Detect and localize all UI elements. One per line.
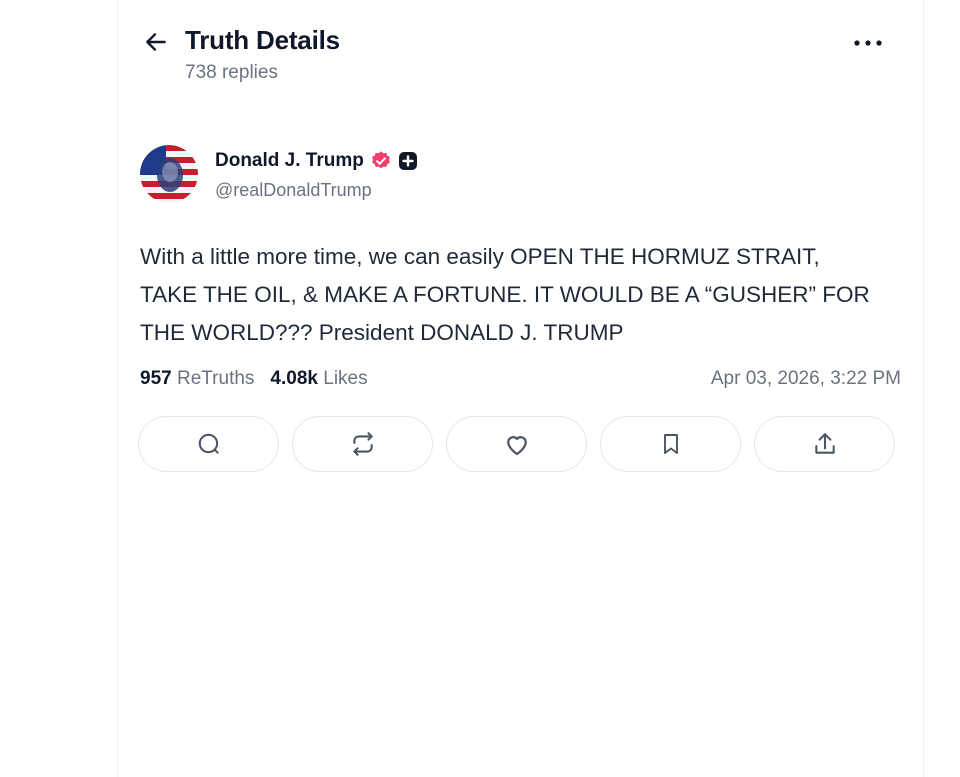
verified-badge-icon bbox=[371, 151, 390, 169]
share-button[interactable] bbox=[754, 416, 895, 472]
reply-button[interactable] bbox=[138, 416, 279, 472]
retruths-stat[interactable]: 957 ReTruths bbox=[140, 368, 254, 390]
retruth-button[interactable] bbox=[292, 416, 433, 472]
heart-icon bbox=[506, 436, 527, 456]
share-icon bbox=[814, 433, 835, 454]
like-button[interactable] bbox=[446, 416, 587, 472]
bookmark-button[interactable] bbox=[600, 416, 741, 472]
more-horizontal-icon bbox=[854, 40, 882, 46]
likes-label: Likes bbox=[323, 368, 368, 389]
reply-count: 738 replies bbox=[185, 62, 278, 83]
repost-icon bbox=[352, 432, 373, 456]
arrow-left-icon bbox=[146, 33, 166, 51]
author-name: Donald J. Trump bbox=[215, 150, 364, 171]
plus-badge-icon bbox=[398, 152, 417, 170]
post-timestamp: Apr 03, 2026, 3:22 PM bbox=[710, 368, 901, 389]
avatar-image bbox=[140, 145, 198, 203]
post-text: With a little more time, we can easily O… bbox=[140, 244, 870, 345]
author-name-row[interactable]: Donald J. Trump bbox=[215, 150, 418, 172]
page-title: Truth Details bbox=[185, 25, 340, 55]
action-bar bbox=[138, 416, 895, 472]
author-handle[interactable]: @realDonaldTrump bbox=[215, 180, 372, 201]
bookmark-icon bbox=[663, 434, 678, 454]
retruths-label: ReTruths bbox=[176, 368, 255, 389]
likes-stat[interactable]: 4.08k Likes bbox=[270, 368, 367, 390]
post-stats: 957 ReTruths 4.08k Likes bbox=[140, 368, 368, 390]
page-header: Truth Details 738 replies bbox=[118, 0, 923, 100]
retruths-count: 957 bbox=[140, 368, 172, 389]
avatar[interactable] bbox=[140, 145, 198, 203]
back-button[interactable] bbox=[140, 26, 172, 58]
more-options-button[interactable] bbox=[848, 28, 888, 58]
comment-icon bbox=[198, 433, 219, 454]
post-detail-panel: Truth Details 738 replies Donald J. Trum… bbox=[117, 0, 924, 777]
likes-count: 4.08k bbox=[270, 368, 318, 389]
